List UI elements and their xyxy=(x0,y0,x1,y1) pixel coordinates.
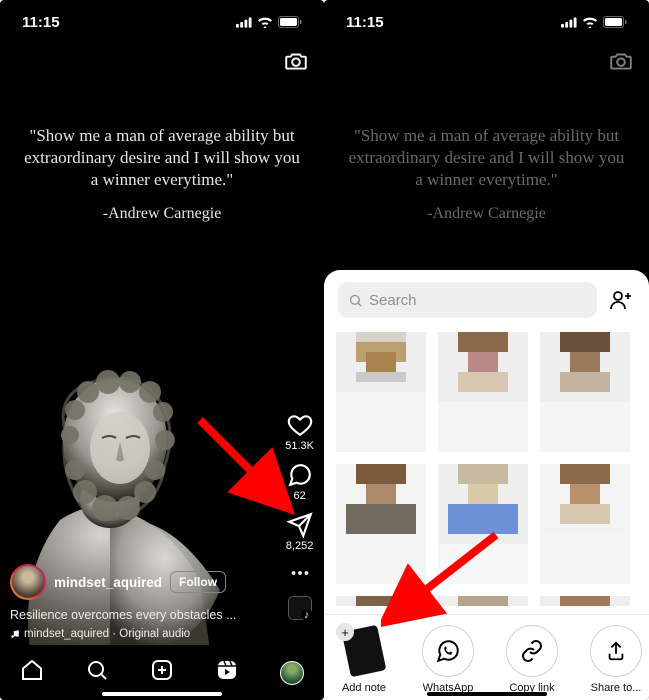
post-info: mindset_aquired Follow Resilience overco… xyxy=(10,564,264,640)
share-sheet: Search + Add note xyxy=(324,270,649,700)
status-bar: 11:15 xyxy=(0,0,324,44)
status-bar: 11:15 xyxy=(324,0,649,44)
camera-button[interactable] xyxy=(608,48,634,79)
right-screenshot: 11:15 "Show me a man of average ability … xyxy=(324,0,649,700)
post-caption[interactable]: Resilience overcomes every obstacles ... xyxy=(10,608,264,622)
annotation-arrow xyxy=(381,525,511,635)
quote-text: "Show me a man of average ability but ex… xyxy=(20,125,304,191)
add-people-button[interactable] xyxy=(607,286,635,314)
contact-item[interactable] xyxy=(540,332,630,452)
author-avatar[interactable] xyxy=(10,564,46,600)
home-indicator xyxy=(102,692,222,696)
nav-reels[interactable] xyxy=(215,658,239,687)
music-note-icon xyxy=(10,629,20,639)
signal-icon xyxy=(236,17,252,28)
share-count: 8,252 xyxy=(286,540,314,552)
home-indicator xyxy=(427,692,547,696)
left-screenshot: 11:15 "Show me a man of average ability … xyxy=(0,0,324,700)
nav-create[interactable] xyxy=(150,658,174,687)
more-button[interactable] xyxy=(289,562,311,584)
nav-search[interactable] xyxy=(85,658,109,687)
audio-thumbnail[interactable] xyxy=(288,596,312,620)
audio-label: mindset_aquired · Original audio xyxy=(24,628,190,640)
quote-block: "Show me a man of average ability but ex… xyxy=(0,125,324,223)
wifi-icon xyxy=(257,17,273,28)
share-share-to[interactable]: Share to... xyxy=(576,625,649,694)
author-username[interactable]: mindset_aquired xyxy=(54,575,162,590)
link-icon xyxy=(520,639,544,663)
follow-button[interactable]: Follow xyxy=(170,571,226,593)
contact-item[interactable] xyxy=(540,464,630,584)
nav-home[interactable] xyxy=(20,658,44,687)
camera-button[interactable] xyxy=(283,48,309,79)
contact-item[interactable] xyxy=(336,332,426,452)
share-icon xyxy=(605,640,627,662)
whatsapp-icon xyxy=(435,638,461,664)
status-icons xyxy=(236,16,302,28)
status-time: 11:15 xyxy=(22,14,60,31)
share-add-note[interactable]: + Add note xyxy=(324,625,404,694)
annotation-arrow xyxy=(190,410,300,520)
contact-item[interactable] xyxy=(438,332,528,452)
status-icons xyxy=(561,16,627,28)
wifi-icon xyxy=(582,17,598,28)
quote-author: -Andrew Carnegie xyxy=(20,205,304,223)
quote-author: -Andrew Carnegie xyxy=(344,205,629,223)
search-input[interactable]: Search xyxy=(338,282,597,318)
signal-icon xyxy=(561,17,577,28)
battery-icon xyxy=(603,16,627,28)
share-copy-link[interactable]: Copy link xyxy=(492,625,572,694)
battery-icon xyxy=(278,16,302,28)
sheet-header: Search xyxy=(324,270,649,326)
plus-icon: + xyxy=(336,623,354,641)
audio-row[interactable]: mindset_aquired · Original audio xyxy=(10,628,264,640)
quote-block: "Show me a man of average ability but ex… xyxy=(324,125,649,223)
nav-profile[interactable] xyxy=(280,661,304,685)
share-whatsapp[interactable]: WhatsApp xyxy=(408,625,488,694)
search-placeholder: Search xyxy=(369,292,417,309)
contact-item[interactable] xyxy=(540,596,630,606)
quote-text: "Show me a man of average ability but ex… xyxy=(344,125,629,191)
status-time: 11:15 xyxy=(346,14,384,31)
search-icon xyxy=(348,293,363,308)
